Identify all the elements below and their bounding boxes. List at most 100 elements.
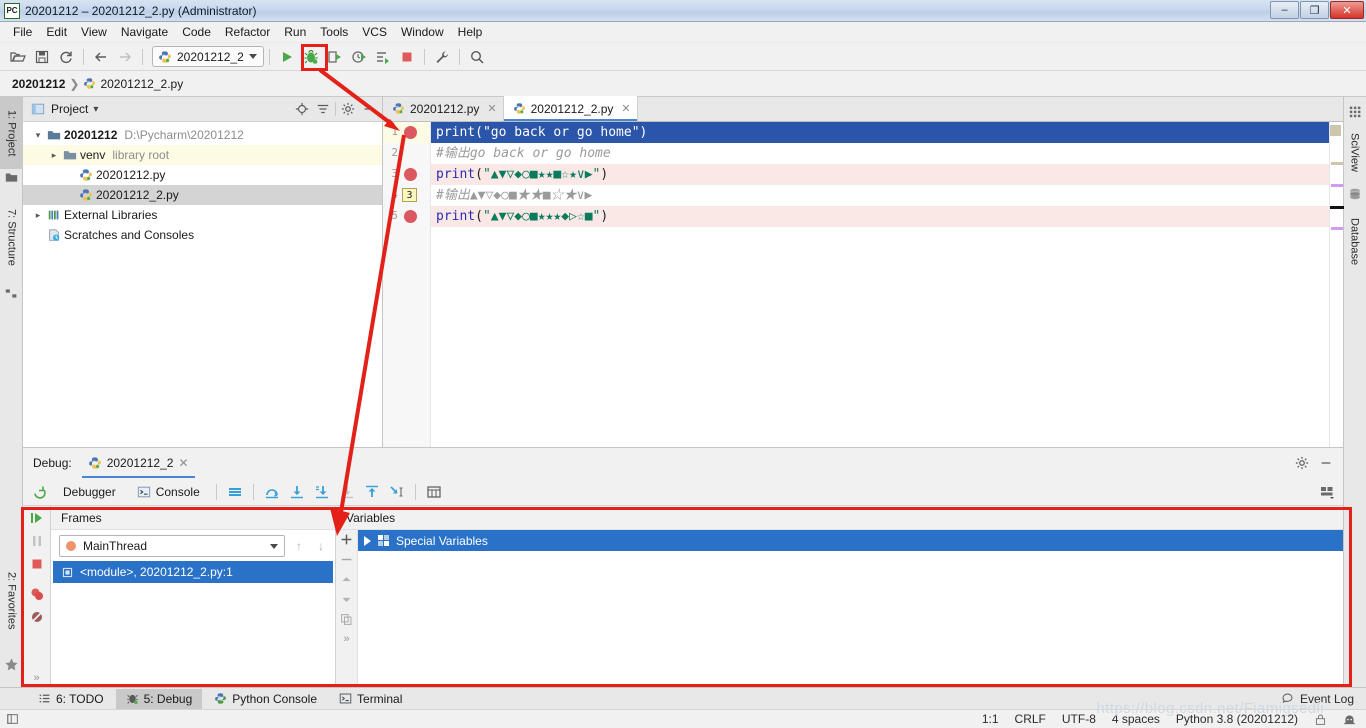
- thread-dropdown[interactable]: MainThread: [59, 535, 285, 557]
- run-with-console-icon[interactable]: [371, 46, 395, 68]
- minimize-icon[interactable]: [1319, 456, 1333, 470]
- tab-console[interactable]: Console: [128, 485, 209, 499]
- menu-navigate[interactable]: Navigate: [114, 23, 175, 41]
- force-step-into-icon[interactable]: [311, 481, 333, 503]
- show-tool-windows-icon[interactable]: [0, 712, 20, 726]
- close-icon[interactable]: ✕: [487, 102, 496, 115]
- open-folder-icon[interactable]: [6, 46, 30, 68]
- menu-refactor[interactable]: Refactor: [218, 23, 277, 41]
- step-over-icon[interactable]: [261, 481, 283, 503]
- close-icon[interactable]: ✕: [621, 102, 630, 115]
- profile-icon[interactable]: [347, 46, 371, 68]
- menu-vcs[interactable]: VCS: [355, 23, 394, 41]
- breakpoint-icon[interactable]: [404, 168, 417, 181]
- sync-icon[interactable]: [54, 46, 78, 68]
- frame-list-item[interactable]: <module>, 20201212_2.py:1: [53, 561, 333, 583]
- run-coverage-icon[interactable]: [323, 46, 347, 68]
- locate-icon[interactable]: [293, 100, 311, 118]
- bottom-tab-python-console[interactable]: Python Console: [204, 689, 327, 709]
- more-icon[interactable]: »: [27, 672, 47, 684]
- resume-program-icon[interactable]: [27, 510, 47, 526]
- menu-help[interactable]: Help: [451, 23, 490, 41]
- menu-run[interactable]: Run: [277, 23, 313, 41]
- gear-icon[interactable]: [339, 100, 357, 118]
- menu-view[interactable]: View: [74, 23, 114, 41]
- more-icon[interactable]: »: [343, 633, 349, 645]
- tree-row-scratches[interactable]: Scratches and Consoles: [23, 225, 382, 245]
- minimize-button[interactable]: –: [1270, 1, 1299, 19]
- run-icon[interactable]: [275, 46, 299, 68]
- code-line-1[interactable]: print("go back or go home"): [431, 122, 1329, 143]
- run-to-cursor-icon[interactable]: [386, 481, 408, 503]
- expander-triangle-icon[interactable]: [364, 535, 371, 546]
- code-line-3[interactable]: print("▲▼▽◆○■★★■☆★∨▶"): [431, 164, 1329, 185]
- pause-program-icon[interactable]: [27, 533, 47, 549]
- python-interpreter[interactable]: Python 3.8 (20201212): [1176, 712, 1298, 726]
- debug-session-tab[interactable]: 20201212_2 ✕: [81, 448, 195, 478]
- code-line-2[interactable]: #输出go back or go home: [431, 143, 1329, 164]
- chevron-down-icon[interactable]: [270, 543, 278, 549]
- search-icon[interactable]: [465, 46, 489, 68]
- line-separator[interactable]: CRLF: [1015, 712, 1046, 726]
- layout-icon[interactable]: [1319, 484, 1343, 500]
- code-content[interactable]: print("go back or go home") #输出go back o…: [431, 122, 1329, 447]
- step-out-icon[interactable]: [361, 481, 383, 503]
- stop-icon[interactable]: [27, 556, 47, 572]
- evaluate-expression-icon[interactable]: [423, 481, 445, 503]
- chevron-down-icon[interactable]: ▾: [93, 104, 98, 115]
- run-configuration-selector[interactable]: 20201212_2: [152, 46, 264, 67]
- sidebar-item-favorites[interactable]: 2: Favorites: [0, 553, 23, 649]
- gear-icon[interactable]: [1295, 456, 1309, 470]
- editor-marker-gutter[interactable]: [1329, 122, 1344, 447]
- variable-row-special-variables[interactable]: Special Variables: [358, 530, 1343, 551]
- file-encoding[interactable]: UTF-8: [1062, 712, 1096, 726]
- indent-setting[interactable]: 4 spaces: [1112, 712, 1160, 726]
- collapse-all-icon[interactable]: [314, 100, 332, 118]
- menu-tools[interactable]: Tools: [313, 23, 355, 41]
- hector-inspection-icon[interactable]: [1343, 713, 1356, 726]
- bottom-tab-todo[interactable]: 6: TODO: [28, 689, 114, 709]
- editor-tab-20201212[interactable]: 20201212.py ✕: [383, 96, 504, 121]
- menu-code[interactable]: Code: [175, 23, 218, 41]
- breakpoint-icon[interactable]: [404, 210, 417, 223]
- code-marker-badge[interactable]: 3: [402, 188, 417, 202]
- tree-row-file-20201212[interactable]: 20201212.py: [23, 165, 382, 185]
- back-arrow-icon[interactable]: [89, 46, 113, 68]
- sidebar-item-sciview[interactable]: SciView: [1343, 121, 1366, 183]
- rerun-icon[interactable]: [29, 481, 51, 503]
- sidebar-item-project[interactable]: 1: Project: [0, 97, 23, 169]
- tree-row-project-root[interactable]: ▾ 20201212 D:\Pycharm\20201212: [23, 125, 382, 145]
- hide-panel-icon[interactable]: [360, 100, 378, 118]
- menu-window[interactable]: Window: [394, 23, 451, 41]
- twisty-icon[interactable]: ▸: [47, 150, 61, 161]
- step-into-icon[interactable]: [286, 481, 308, 503]
- mute-breakpoints-icon[interactable]: [27, 609, 47, 625]
- stop-icon[interactable]: [395, 46, 419, 68]
- breadcrumb-project[interactable]: 20201212: [12, 77, 65, 91]
- frame-down-icon[interactable]: ↓: [313, 539, 329, 553]
- code-line-5[interactable]: print("▲▼▽◆○■★★★◆▷☆■"): [431, 206, 1329, 227]
- tree-row-external-libraries[interactable]: ▸ External Libraries: [23, 205, 382, 225]
- restore-button[interactable]: ❐: [1300, 1, 1329, 19]
- event-log-area[interactable]: Event Log: [1281, 692, 1366, 706]
- save-icon[interactable]: [30, 46, 54, 68]
- down-icon[interactable]: [340, 593, 353, 606]
- settings-wrench-icon[interactable]: [430, 46, 454, 68]
- tree-row-file-20201212-2[interactable]: 20201212_2.py: [23, 185, 382, 205]
- twisty-icon[interactable]: ▾: [31, 130, 45, 141]
- close-icon[interactable]: ✕: [178, 456, 188, 470]
- menu-file[interactable]: File: [6, 23, 39, 41]
- bottom-tab-debug[interactable]: 5: Debug: [115, 688, 203, 709]
- debug-icon[interactable]: [299, 46, 323, 68]
- remove-icon[interactable]: [340, 553, 353, 566]
- frame-up-icon[interactable]: ↑: [291, 539, 307, 553]
- twisty-icon[interactable]: ▸: [31, 210, 45, 221]
- view-breakpoints-icon[interactable]: [27, 586, 47, 602]
- add-icon[interactable]: [340, 533, 353, 546]
- code-line-4[interactable]: #输出▲▼▽◆○■★★■☆★∨▶: [431, 185, 1329, 206]
- copy-icon[interactable]: [340, 613, 353, 626]
- editor-tab-20201212-2[interactable]: 20201212_2.py ✕: [503, 96, 638, 121]
- menu-edit[interactable]: Edit: [39, 23, 74, 41]
- editor-gutter[interactable]: 1 2 3 4 3 5: [383, 122, 431, 447]
- show-hide-frames-icon[interactable]: [224, 481, 246, 503]
